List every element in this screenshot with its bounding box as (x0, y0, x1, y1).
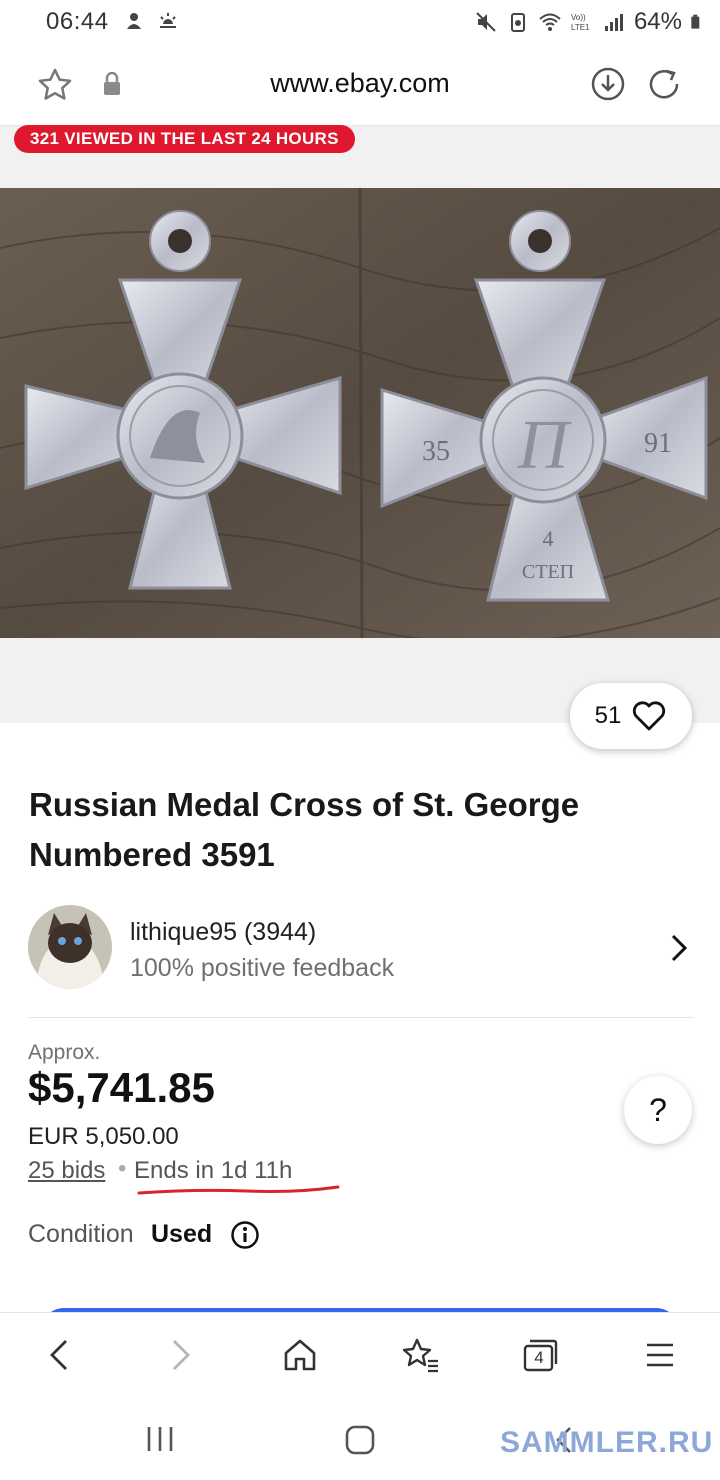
medal-number-left: 35 (422, 436, 450, 467)
seller-avatar[interactable] (28, 905, 112, 989)
watermark: SAMMLER.RU (500, 1426, 714, 1459)
mute-icon (476, 12, 496, 32)
back-icon[interactable] (44, 1337, 74, 1373)
download-icon[interactable] (590, 66, 626, 102)
wifi-icon (539, 13, 561, 31)
signal-icon (604, 14, 623, 31)
status-notification-icons (122, 9, 180, 33)
product-title: Russian Medal Cross of St. George Number… (29, 786, 580, 873)
battery-percent: 64% (633, 8, 682, 35)
heart-icon (633, 701, 666, 731)
seller-feedback: 100% positive feedback (130, 954, 395, 982)
home-system-icon[interactable] (344, 1424, 376, 1456)
info-icon[interactable] (230, 1220, 260, 1250)
product-image[interactable]: Π 35 91 4 СТЕП (0, 188, 720, 638)
browser-url-bar: www.ebay.com (0, 44, 720, 126)
price-eur: EUR 5,050.00 (28, 1123, 179, 1150)
bids-link[interactable]: 25 bids (28, 1157, 105, 1185)
browser-bottom-bar: 4 (0, 1312, 720, 1402)
chevron-right-icon[interactable] (666, 932, 692, 964)
medal-degree-number: 4 (543, 526, 554, 551)
status-bar: 06:44 Vo)) LTE1 64% (0, 0, 720, 44)
medal-monogram: Π (517, 407, 572, 484)
svg-text:Vo)): Vo)) (571, 13, 586, 22)
seller-name[interactable]: lithique95 (3944) (130, 918, 316, 947)
tabs-button[interactable]: 4 (520, 1337, 560, 1373)
battery-saver-icon (510, 13, 525, 32)
medal-degree-text: СТЕП (522, 561, 574, 583)
divider (28, 1017, 693, 1018)
status-system-icons: Vo)) LTE1 64% (474, 8, 706, 36)
watch-button[interactable]: 51 (570, 683, 692, 749)
separator-dot: • (118, 1155, 127, 1182)
notification-app-icon (127, 13, 141, 29)
menu-icon[interactable] (644, 1337, 676, 1373)
home-icon[interactable] (282, 1337, 318, 1373)
auction-ends-text: Ends in 1d 11h (134, 1157, 293, 1184)
forward-icon[interactable] (166, 1337, 196, 1373)
red-annotation-underline (137, 1185, 340, 1195)
approx-label: Approx. (28, 1041, 101, 1064)
recent-apps-icon[interactable] (144, 1424, 176, 1454)
price-usd: $5,741.85 (28, 1064, 215, 1111)
battery-icon (691, 14, 700, 29)
status-time: 06:44 (46, 8, 109, 35)
reload-icon[interactable] (646, 66, 682, 102)
viewed-banner: 321 VIEWED IN THE LAST 24 HOURS (14, 125, 355, 153)
svg-text:LTE1: LTE1 (571, 23, 590, 32)
watch-count: 51 (594, 702, 622, 729)
bookmarks-icon[interactable] (400, 1337, 440, 1373)
medal-number-right: 91 (644, 428, 672, 459)
condition-label: Condition (28, 1220, 134, 1248)
lte-icon: Vo))LTE1 (571, 13, 590, 32)
condition-value: Used (151, 1220, 213, 1248)
weather-sun-icon (160, 13, 176, 28)
tab-count: 4 (534, 1348, 544, 1367)
help-button[interactable]: ? (624, 1076, 692, 1144)
